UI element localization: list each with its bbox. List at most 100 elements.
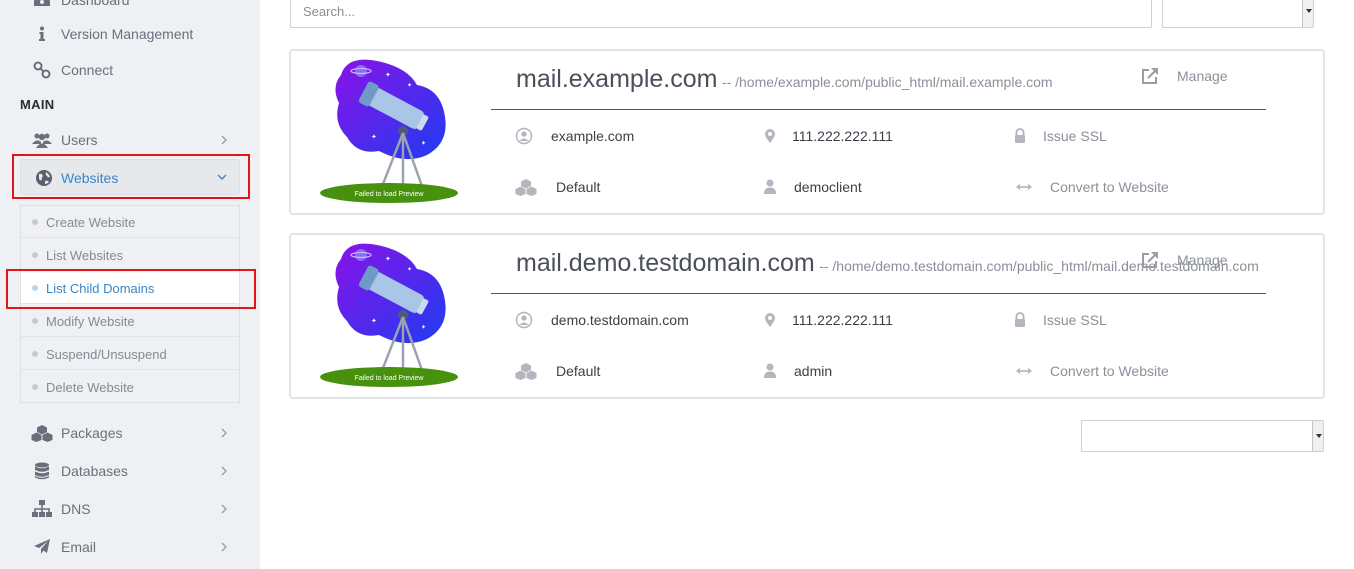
sidebar-item-label: Dashboard — [61, 0, 130, 8]
chevron-right-icon — [221, 135, 227, 145]
preview-placeholder-illustration: ✦ ✦ ✦ ✦ Failed to load Preview — [320, 243, 458, 387]
convert-to-website-button[interactable]: Convert to Website — [1015, 178, 1169, 196]
chevron-right-icon — [221, 428, 227, 438]
external-link-icon — [1142, 68, 1158, 84]
filter-select[interactable] — [1162, 0, 1314, 28]
owner-field: admin — [761, 362, 832, 380]
child-domain-card: ✦ ✦ ✦ ✦ Failed to load Preview mail.exampl… — [289, 49, 1325, 215]
submenu-item-create-website[interactable]: Create Website — [21, 206, 239, 238]
bullet-icon — [32, 384, 38, 390]
info-icon — [31, 23, 53, 45]
bullet-icon — [32, 351, 38, 357]
domain-title: mail.example.com -- /home/example.com/pu… — [516, 65, 1053, 94]
sidebar-item-databases[interactable]: Databases — [0, 453, 260, 489]
preview-caption: Failed to load Preview — [355, 375, 425, 382]
bullet-icon — [32, 285, 38, 291]
link-icon — [31, 59, 53, 81]
owner-value: democlient — [794, 179, 862, 195]
chevron-right-icon — [221, 504, 227, 514]
svg-text:✦: ✦ — [385, 71, 391, 79]
submenu-item-label: Suspend/Unsuspend — [46, 347, 167, 362]
user-circle-icon — [515, 127, 533, 145]
cubes-icon — [515, 363, 537, 380]
sidebar-item-connect[interactable]: Connect — [0, 52, 260, 88]
ip-field: 111.222.222.111 — [761, 311, 893, 329]
svg-text:✦: ✦ — [371, 133, 377, 141]
domain-name-link[interactable]: mail.demo.testdomain.com — [516, 249, 815, 277]
sidebar-item-label: Email — [61, 539, 97, 555]
sidebar-item-websites[interactable]: Websites — [20, 159, 240, 195]
users-icon — [31, 129, 53, 151]
lock-icon — [1015, 128, 1025, 143]
manage-label: Manage — [1177, 252, 1228, 268]
manage-label: Manage — [1177, 68, 1228, 84]
sidebar-item-packages[interactable]: Packages — [0, 415, 260, 451]
sidebar-item-label: Websites — [61, 170, 119, 186]
sidebar: Dashboard Version Management Connect MAI… — [0, 0, 260, 569]
manage-button[interactable]: Manage — [1141, 251, 1228, 269]
lock-icon — [1015, 312, 1025, 327]
sidebar-item-label: Packages — [61, 425, 123, 441]
sidebar-item-label: Version Management — [61, 26, 194, 42]
dashboard-icon — [31, 0, 53, 11]
domain-name-link[interactable]: mail.example.com — [516, 65, 717, 93]
preview-placeholder-illustration: ✦ ✦ ✦ ✦ Failed to load Preview — [320, 59, 458, 203]
select-arrow-icon — [1302, 0, 1313, 27]
submenu-item-delete-website[interactable]: Delete Website — [21, 371, 239, 403]
manage-button[interactable]: Manage — [1141, 67, 1228, 85]
submenu-item-label: Create Website — [46, 215, 136, 230]
map-marker-icon — [765, 313, 775, 327]
owner-field: democlient — [761, 178, 862, 196]
submenu-item-modify-website[interactable]: Modify Website — [21, 305, 239, 337]
chevron-right-icon — [221, 466, 227, 476]
bullet-icon — [32, 318, 38, 324]
sitemap-icon — [31, 498, 53, 520]
sidebar-item-label: Users — [61, 132, 98, 148]
package-field: Default — [515, 362, 600, 380]
issue-ssl-button[interactable]: Issue SSL — [1011, 127, 1107, 145]
issue-ssl-button[interactable]: Issue SSL — [1011, 311, 1107, 329]
convert-to-website-button[interactable]: Convert to Website — [1015, 362, 1169, 380]
ip-field: 111.222.222.111 — [761, 127, 893, 145]
submenu-item-label: Modify Website — [46, 314, 135, 329]
sidebar-item-version-management[interactable]: Version Management — [0, 16, 260, 52]
websites-submenu: Create Website List Websites List Child … — [20, 205, 240, 403]
submenu-item-list-child-domains[interactable]: List Child Domains — [21, 272, 239, 304]
bullet-icon — [32, 219, 38, 225]
submenu-item-list-websites[interactable]: List Websites — [21, 239, 239, 271]
sidebar-item-users[interactable]: Users — [0, 122, 260, 158]
map-marker-icon — [765, 129, 775, 143]
svg-text:✦: ✦ — [407, 266, 412, 273]
ip-value: 111.222.222.111 — [792, 128, 893, 144]
preview-caption: Failed to load Preview — [355, 191, 425, 198]
external-link-icon — [1142, 252, 1158, 268]
sidebar-item-label: Connect — [61, 62, 114, 78]
master-domain-value: example.com — [551, 128, 635, 144]
user-circle-icon — [515, 311, 533, 329]
sidebar-item-label: Databases — [61, 463, 128, 479]
chevron-right-icon — [221, 542, 227, 552]
search-input[interactable] — [290, 0, 1152, 28]
sidebar-item-email[interactable]: Email — [0, 529, 260, 565]
select-arrow-icon — [1312, 421, 1323, 451]
convert-to-website-label: Convert to Website — [1050, 363, 1169, 379]
arrows-horizontal-icon — [1016, 184, 1032, 190]
svg-text:✦: ✦ — [407, 82, 412, 89]
issue-ssl-label: Issue SSL — [1043, 128, 1107, 144]
database-icon — [31, 460, 53, 482]
submenu-item-suspend-unsuspend[interactable]: Suspend/Unsuspend — [21, 338, 239, 370]
child-domain-card: ✦ ✦ ✦ ✦ Failed to load Preview mail.demo.t… — [289, 233, 1325, 399]
owner-value: admin — [794, 363, 833, 379]
sidebar-item-dns[interactable]: DNS — [0, 491, 260, 527]
app-root: Dashboard Version Management Connect MAI… — [0, 0, 1354, 569]
ip-value: 111.222.222.111 — [792, 312, 893, 328]
page-select[interactable] — [1081, 420, 1324, 452]
svg-text:✦: ✦ — [421, 324, 426, 331]
domain-path: -- /home/example.com/public_html/mail.ex… — [721, 74, 1053, 90]
globe-icon — [33, 167, 55, 189]
arrows-horizontal-icon — [1016, 368, 1032, 374]
package-value: Default — [556, 179, 601, 195]
submenu-item-label: List Child Domains — [46, 281, 155, 296]
svg-text:✦: ✦ — [385, 255, 391, 263]
chevron-down-icon — [217, 174, 227, 180]
